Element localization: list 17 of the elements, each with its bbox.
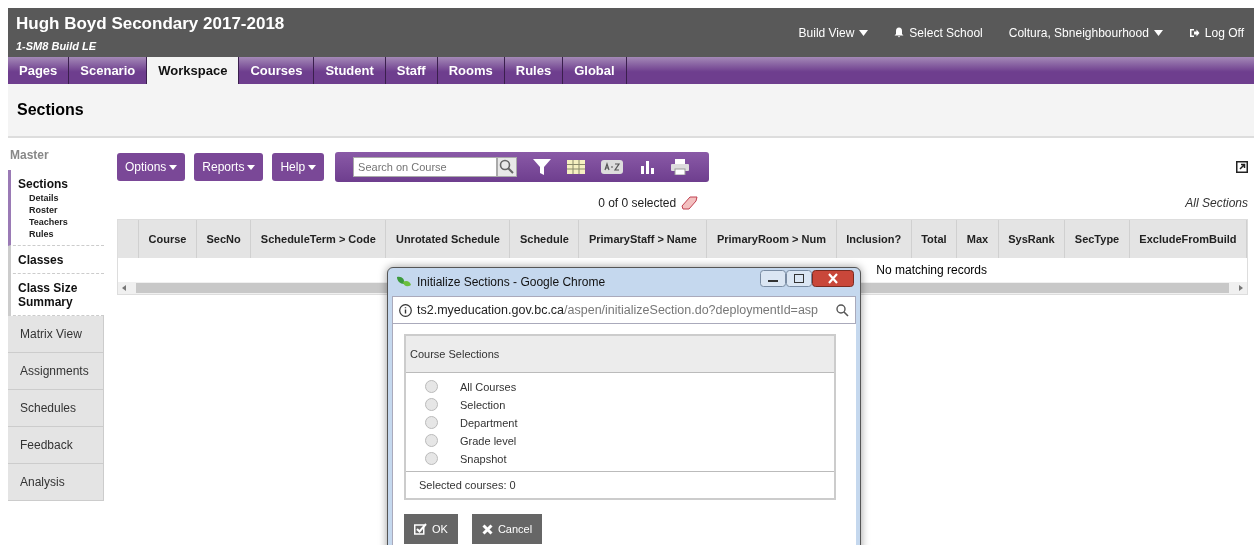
option-label: Selection: [460, 398, 506, 411]
popup-title: Initialize Sections - Google Chrome: [417, 275, 606, 289]
option-label: Department: [460, 416, 518, 429]
selection-count: 0 of 0 selected: [598, 196, 677, 210]
option-label: Snapshot: [460, 452, 507, 465]
url-host: ts2.myeducation.gov.bc.ca: [417, 303, 565, 317]
page-title: Sections: [17, 101, 84, 119]
url-path: /aspen/initializeSection.do?deploymentId=asp: [564, 303, 819, 317]
sidebar-heading: Master: [9, 147, 50, 164]
panel-title: Course Selections: [410, 348, 500, 360]
school-title: Hugh Boyd Secondary 2017-2018: [16, 13, 285, 34]
option-label: Grade level: [460, 434, 517, 447]
scenario-subtitle: 1-SM8 Build LE: [16, 39, 98, 52]
filter-label: All Sections: [1185, 196, 1248, 210]
empty-message: No matching records: [876, 263, 987, 277]
option-label: All Courses: [460, 380, 517, 393]
selected-courses-count: Selected courses: 0: [419, 479, 516, 491]
